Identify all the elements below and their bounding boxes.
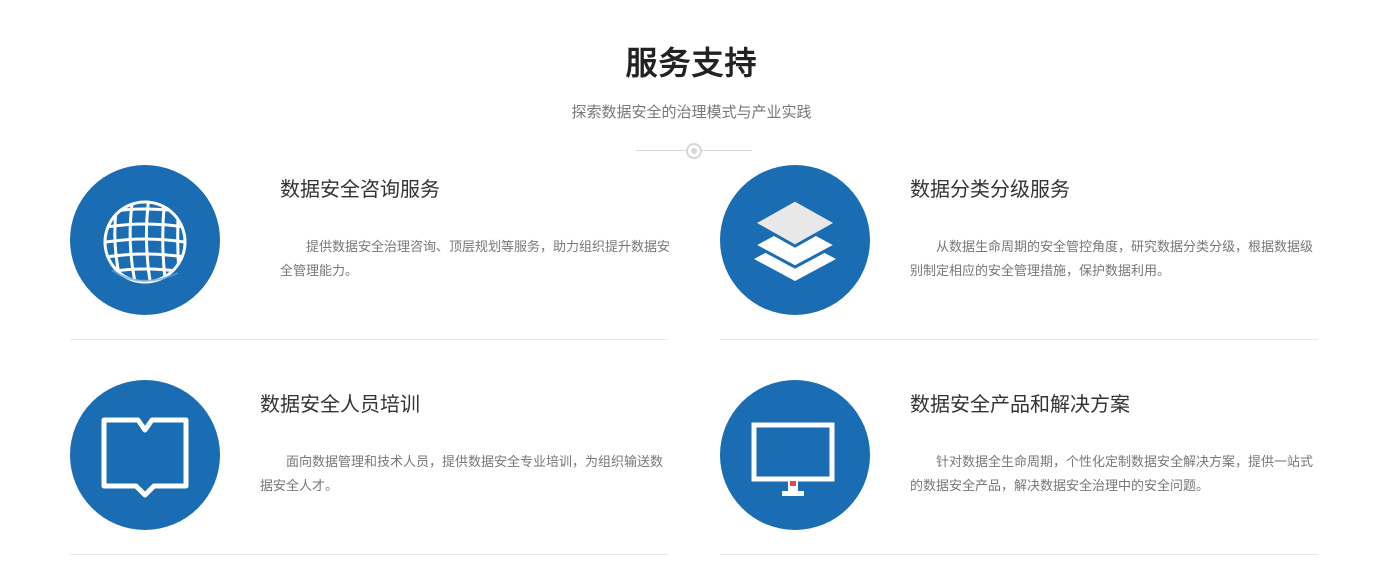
service-icon-circle: [70, 165, 220, 315]
book-icon: [101, 417, 189, 498]
service-icon-circle: [720, 380, 870, 530]
divider-line-right: [702, 150, 752, 151]
divider-line-left: [636, 150, 686, 151]
page-title: 服务支持: [625, 44, 758, 82]
service-card-classification[interactable]: 数据分类分级服务 从数据生命周期的安全管控角度，研究数据分类分级，根据数据级别制…: [720, 165, 1318, 355]
card-divider: [70, 339, 668, 340]
service-description: 提供数据安全治理咨询、顶层规划等服务，助力组织提升数据安全管理能力。: [280, 240, 671, 279]
service-description: 从数据生命周期的安全管控角度，研究数据分类分级，根据数据级别制定相应的安全管理措…: [910, 240, 1314, 279]
service-description: 针对数据全生命周期，个性化定制数据安全解决方案，提供一站式的数据安全产品，解决数…: [910, 455, 1314, 494]
service-title[interactable]: 数据安全人员培训: [260, 388, 420, 417]
service-title[interactable]: 数据分类分级服务: [910, 173, 1070, 202]
service-title[interactable]: 数据安全产品和解决方案: [910, 388, 1130, 417]
card-divider: [70, 554, 668, 555]
service-title[interactable]: 数据安全咨询服务: [280, 173, 440, 202]
monitor-icon: [751, 422, 835, 496]
card-divider: [720, 554, 1318, 555]
layers-icon: [750, 198, 840, 281]
service-icon-circle: [720, 165, 870, 315]
service-card-consulting[interactable]: 数据安全咨询服务 提供数据安全治理咨询、顶层规划等服务，助力组织提升数据安全管理…: [70, 165, 670, 355]
title-divider: [636, 143, 752, 159]
card-divider: [720, 339, 1318, 340]
service-description: 面向数据管理和技术人员，提供数据安全专业培训，为组织输送数据安全人才。: [260, 455, 664, 494]
divider-circle-icon: [686, 143, 702, 159]
page-subtitle: 探索数据安全的治理模式与产业实践: [571, 103, 812, 121]
service-card-solutions[interactable]: 数据安全产品和解决方案 针对数据全生命周期，个性化定制数据安全解决方案，提供一站…: [720, 380, 1318, 570]
service-icon-circle: [70, 380, 220, 530]
globe-icon: [103, 200, 187, 284]
service-card-training[interactable]: 数据安全人员培训 面向数据管理和技术人员，提供数据安全专业培训，为组织输送数据安…: [70, 380, 668, 570]
